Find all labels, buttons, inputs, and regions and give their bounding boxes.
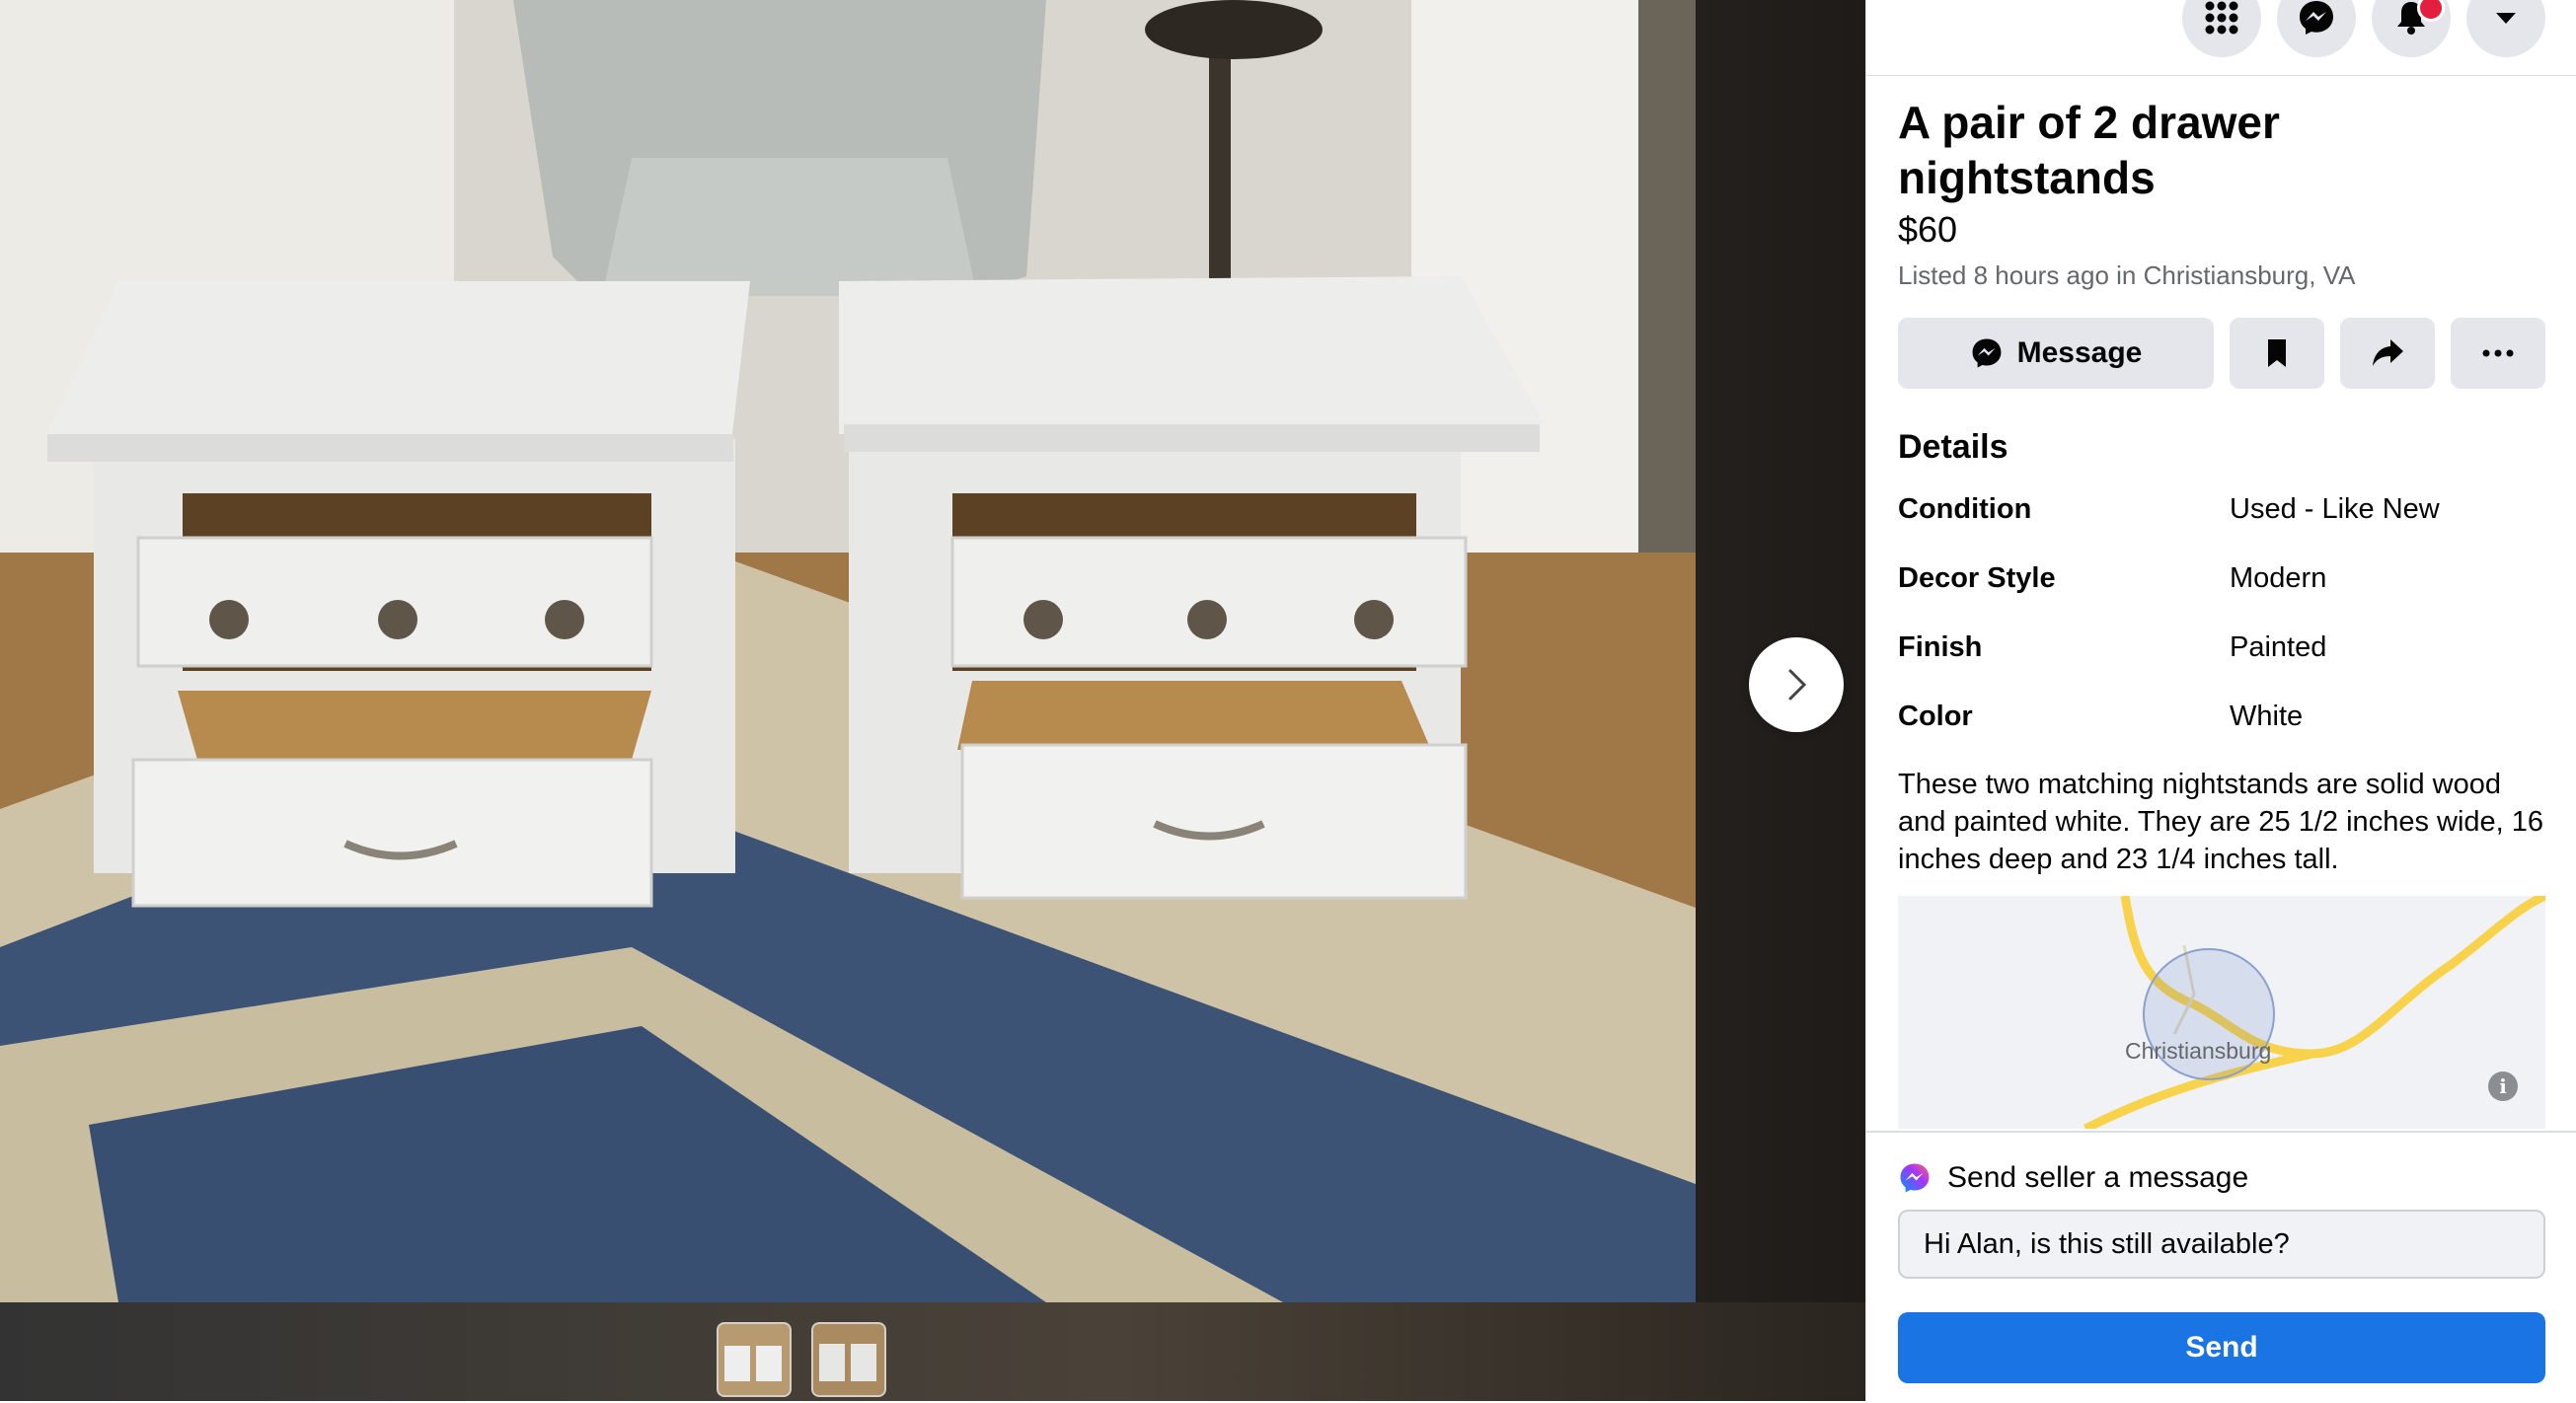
send-button[interactable]: Send (1898, 1312, 2545, 1383)
messenger-gradient-icon (1900, 1163, 1930, 1193)
send-message-title: Send seller a message (1947, 1161, 2249, 1194)
more-options-button[interactable] (2451, 318, 2545, 389)
send-message-section: Send seller a message Send (1866, 1131, 2576, 1403)
listing-meta: Listed 8 hours ago in Christiansburg, VA (1898, 260, 2356, 290)
next-photo-button[interactable] (1749, 637, 1844, 732)
bookmark-icon (2268, 339, 2286, 367)
menu-grid-icon (2205, 1, 2238, 35)
message-button[interactable]: Message (1898, 318, 2214, 389)
chevron-right-icon (1788, 669, 1807, 701)
map-roads (2083, 896, 2545, 1129)
thumbnail-strip (0, 1302, 1865, 1401)
account-dropdown-icon (2496, 13, 2516, 24)
save-button[interactable] (2230, 318, 2324, 389)
detail-row-decor-style: Decor Style Modern (1898, 562, 2549, 602)
message-button-label: Message (2016, 336, 2143, 369)
detail-row-color: Color White (1898, 701, 2549, 740)
detail-row-finish: Finish Painted (1898, 631, 2549, 671)
share-button[interactable] (2340, 318, 2435, 389)
thumbnail-image (719, 1324, 790, 1395)
listing-panel: A pair of 2 drawer nightstands $60 Liste… (1865, 0, 2576, 1401)
detail-row-condition: Condition Used - Like New (1898, 493, 2549, 533)
detail-label: Condition (1898, 493, 2032, 525)
messenger-icon (2300, 1, 2333, 35)
detail-label: Color (1898, 701, 1973, 732)
photo-thumbnail[interactable] (811, 1322, 886, 1397)
map-info-icon[interactable]: i (2488, 1071, 2518, 1101)
listing-title: A pair of 2 drawer nightstands (1898, 97, 2280, 203)
share-arrow-icon (2373, 339, 2403, 366)
top-navigation (1866, 0, 2576, 76)
detail-value: Used - Like New (2230, 493, 2440, 525)
more-dots-icon (2482, 349, 2514, 357)
messenger-icon (1972, 338, 2002, 368)
notification-badge (2417, 0, 2445, 22)
detail-value: Painted (2230, 631, 2327, 663)
notifications-button[interactable] (2372, 0, 2451, 57)
location-map[interactable]: Christiansburg i (1898, 896, 2545, 1129)
thumbnail-image (813, 1324, 884, 1395)
listing-description: These two matching nightstands are solid… (1898, 769, 2544, 875)
detail-label: Finish (1898, 631, 1983, 663)
detail-label: Decor Style (1898, 562, 2056, 594)
map-location-label: Christiansburg (2125, 1038, 2272, 1064)
detail-value: Modern (2230, 562, 2327, 594)
menu-button[interactable] (2182, 0, 2261, 57)
listing-price: $60 (1898, 209, 1958, 250)
messenger-button[interactable] (2277, 0, 2356, 57)
account-menu-button[interactable] (2466, 0, 2545, 57)
send-message-header: Send seller a message (1898, 1158, 2248, 1198)
photo-thumbnail[interactable] (717, 1322, 792, 1397)
detail-value: White (2230, 701, 2304, 732)
details-heading: Details (1898, 428, 2008, 466)
listing-photo (0, 0, 1696, 1302)
photo-viewer (0, 0, 1865, 1401)
message-input[interactable] (1898, 1210, 2545, 1279)
nightstands-photo-illustration (0, 0, 1696, 1302)
